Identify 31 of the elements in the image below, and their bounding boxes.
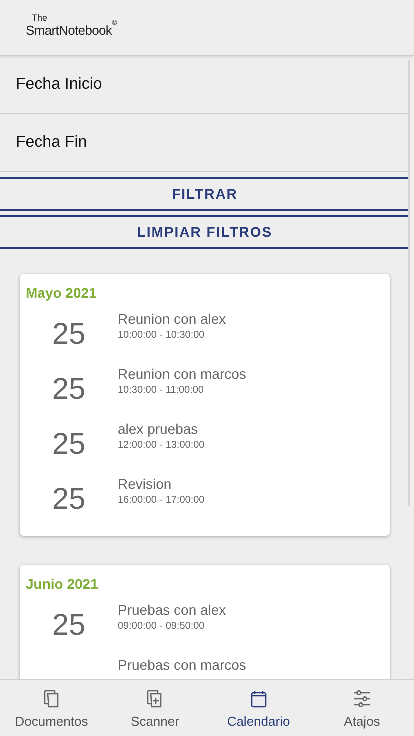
event-day: 25 bbox=[52, 611, 86, 641]
event-day: 25 bbox=[52, 375, 86, 405]
event-day: 25 bbox=[52, 430, 86, 460]
event-time: 16:00:00 - 17:00:00 bbox=[118, 494, 205, 508]
event-time: 10:00:00 - 10:30:00 bbox=[118, 329, 205, 343]
event-time: 09:00:00 - 09:50:00 bbox=[118, 620, 205, 634]
tab-bar-item[interactable]: Scanner bbox=[104, 680, 207, 736]
month-title: Mayo 2021 bbox=[25, 284, 98, 303]
event-title: Reunion con marcos bbox=[118, 365, 246, 383]
calendar-icon bbox=[250, 690, 267, 708]
tab-bar-item[interactable]: Documentos bbox=[0, 680, 104, 736]
tab-bar-item[interactable]: Atajos bbox=[310, 680, 414, 736]
document-plus-icon bbox=[147, 690, 164, 708]
event-time: 10:30:00 - 11:00:00 bbox=[118, 384, 204, 398]
filter-button[interactable]: FILTRAR bbox=[0, 177, 410, 211]
event-title: alex pruebas bbox=[118, 420, 198, 438]
sliders-icon bbox=[353, 690, 372, 708]
documents-icon bbox=[44, 690, 60, 708]
event-title: Reunion con alex bbox=[118, 310, 226, 328]
date-field[interactable]: Fecha Inicio bbox=[0, 56, 410, 114]
event-day: 25 bbox=[52, 485, 86, 515]
event-title: Pruebas con marcos bbox=[118, 656, 246, 674]
logo-text: The bbox=[32, 14, 48, 23]
filter-button[interactable]: LIMPIAR FILTROS bbox=[0, 215, 410, 249]
event-time: 12:00:00 - 13:00:00 bbox=[118, 439, 205, 453]
date-field[interactable]: Fecha Fin bbox=[0, 114, 410, 172]
tab-bar-item[interactable]: Calendario bbox=[207, 680, 310, 736]
month-title: Junio 2021 bbox=[25, 575, 100, 594]
event-title: Revision bbox=[118, 475, 172, 493]
event-day: 25 bbox=[52, 320, 86, 350]
event-title: Pruebas con alex bbox=[118, 601, 226, 619]
